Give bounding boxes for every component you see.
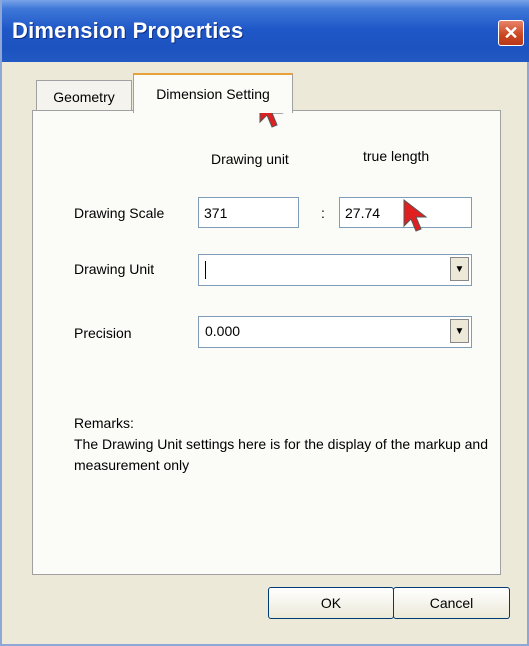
tab-geometry-label: Geometry [53, 88, 115, 105]
chevron-down-icon[interactable]: ▼ [450, 257, 469, 281]
precision-select[interactable]: 0.000 ▼ [198, 316, 472, 348]
scale-separator: : [321, 205, 325, 221]
window-title: Dimension Properties [12, 18, 244, 43]
precision-label: Precision [74, 325, 132, 341]
true-length-column-header: true length [363, 148, 430, 164]
ok-button[interactable]: OK [268, 587, 394, 619]
tab-dimension-setting-label: Dimension Setting [156, 86, 270, 102]
tab-geometry[interactable]: Geometry [36, 80, 132, 112]
cursor-arrow-icon [403, 198, 428, 232]
drawing-unit-select[interactable]: ▼ [198, 254, 472, 286]
drawing-scale-label: Drawing Scale [74, 205, 165, 221]
drawing-unit-label: Drawing Unit [74, 261, 155, 277]
drawing-unit-column-header: Drawing unit [211, 151, 289, 167]
dimension-properties-dialog: Dimension Properties ✕ Geometry Dimensio… [0, 0, 529, 646]
tab-dimension-setting[interactable]: Dimension Setting [133, 73, 293, 113]
close-icon: ✕ [503, 23, 519, 43]
chevron-down-icon[interactable]: ▼ [450, 319, 469, 343]
text-caret [205, 261, 206, 279]
title-bar[interactable]: Dimension Properties ✕ [2, 0, 529, 62]
remarks-text: The Drawing Unit settings here is for th… [74, 436, 488, 473]
remarks-title: Remarks: [74, 415, 134, 431]
close-button[interactable]: ✕ [498, 20, 524, 46]
remarks: Remarks: The Drawing Unit settings here … [74, 413, 494, 476]
precision-value: 0.000 [205, 323, 241, 339]
drawing-scale-input[interactable]: 371 [198, 197, 299, 228]
cancel-button[interactable]: Cancel [393, 587, 510, 619]
